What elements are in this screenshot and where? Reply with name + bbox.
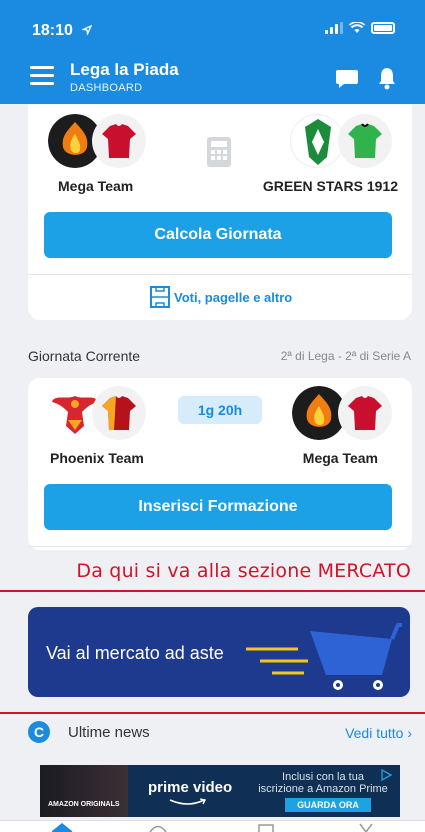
bell-icon[interactable] xyxy=(377,66,397,90)
news-logo-icon: C xyxy=(28,721,50,743)
away-team-jersey xyxy=(338,114,392,168)
signal-icon xyxy=(325,22,343,34)
current-matchday-label: Giornata Corrente xyxy=(28,348,141,364)
ad-copy: Inclusi con la tua iscrizione a Amazon P… xyxy=(258,771,388,795)
chat-icon[interactable] xyxy=(335,68,359,90)
bottom-tab-bar xyxy=(0,820,425,832)
ad-brand: prime video xyxy=(148,779,233,796)
app-header: Lega la Piada DASHBOARD xyxy=(0,48,425,104)
amazon-smile-icon xyxy=(169,798,207,805)
auction-market-label: Vai al mercato ad aste xyxy=(46,643,224,663)
ratings-link[interactable]: Voti, pagelle e altro xyxy=(174,290,292,305)
divider xyxy=(28,274,412,275)
away-team-jersey xyxy=(338,386,392,440)
annotation-line-bottom xyxy=(0,712,425,714)
status-indicators xyxy=(325,22,395,34)
cart-icon xyxy=(246,623,402,690)
insert-lineup-button[interactable]: Inserisci Formazione xyxy=(44,484,392,530)
advertisement-banner[interactable]: AMAZON ORIGINALS prime video Inclusi con… xyxy=(40,765,400,817)
tab-icon-4[interactable] xyxy=(356,823,376,832)
previous-match-card: Mega Team GREEN STARS 1912 Calcola Giorn… xyxy=(28,104,412,320)
market-annotation: Da qui si va alla sezione MERCATO xyxy=(76,560,411,582)
away-team-name: GREEN STARS 1912 xyxy=(262,178,398,194)
tab-icon-2[interactable] xyxy=(148,823,168,832)
news-title: Ultime news xyxy=(68,724,150,741)
calculate-matchday-button[interactable]: Calcola Giornata xyxy=(44,212,392,258)
status-bar: 18:10 xyxy=(0,0,425,48)
home-team-jersey xyxy=(92,386,146,440)
formation-icon[interactable] xyxy=(150,286,170,308)
ad-cta-button[interactable]: GUARDA ORA xyxy=(285,798,371,812)
menu-icon[interactable] xyxy=(30,66,54,90)
see-all-news-link[interactable]: Vedi tutto › xyxy=(345,725,412,741)
home-team-name: Phoenix Team xyxy=(50,450,144,466)
calculator-icon xyxy=(207,137,231,167)
tab-icon-3[interactable] xyxy=(256,823,276,832)
news-header: C Ultime news Vedi tutto › xyxy=(28,718,412,748)
ad-info-icon[interactable] xyxy=(380,769,392,781)
app-title: Lega la Piada xyxy=(70,60,179,79)
away-team-name: Mega Team xyxy=(302,450,378,466)
auction-market-banner[interactable]: Vai al mercato ad aste xyxy=(28,607,410,697)
wifi-icon xyxy=(349,22,365,33)
home-team-jersey xyxy=(92,114,146,168)
divider xyxy=(28,546,412,547)
away-team-logo xyxy=(290,114,344,168)
home-team-name: Mega Team xyxy=(58,178,134,194)
ad-image xyxy=(40,765,128,817)
current-matchday-meta: 2ª di Lega - 2ª di Serie A xyxy=(280,349,411,363)
current-match-card: 1g 20h Phoenix Team Mega Team Inserisci … xyxy=(28,378,412,550)
annotation-line-top xyxy=(0,590,425,592)
status-time: 18:10 xyxy=(32,22,73,39)
countdown-badge: 1g 20h xyxy=(178,396,262,424)
app-subtitle: DASHBOARD xyxy=(70,82,143,94)
ad-originals-label: AMAZON ORIGINALS xyxy=(48,801,120,808)
battery-icon xyxy=(371,22,395,34)
home-tab-icon[interactable] xyxy=(52,823,72,832)
location-arrow-icon xyxy=(82,25,92,35)
